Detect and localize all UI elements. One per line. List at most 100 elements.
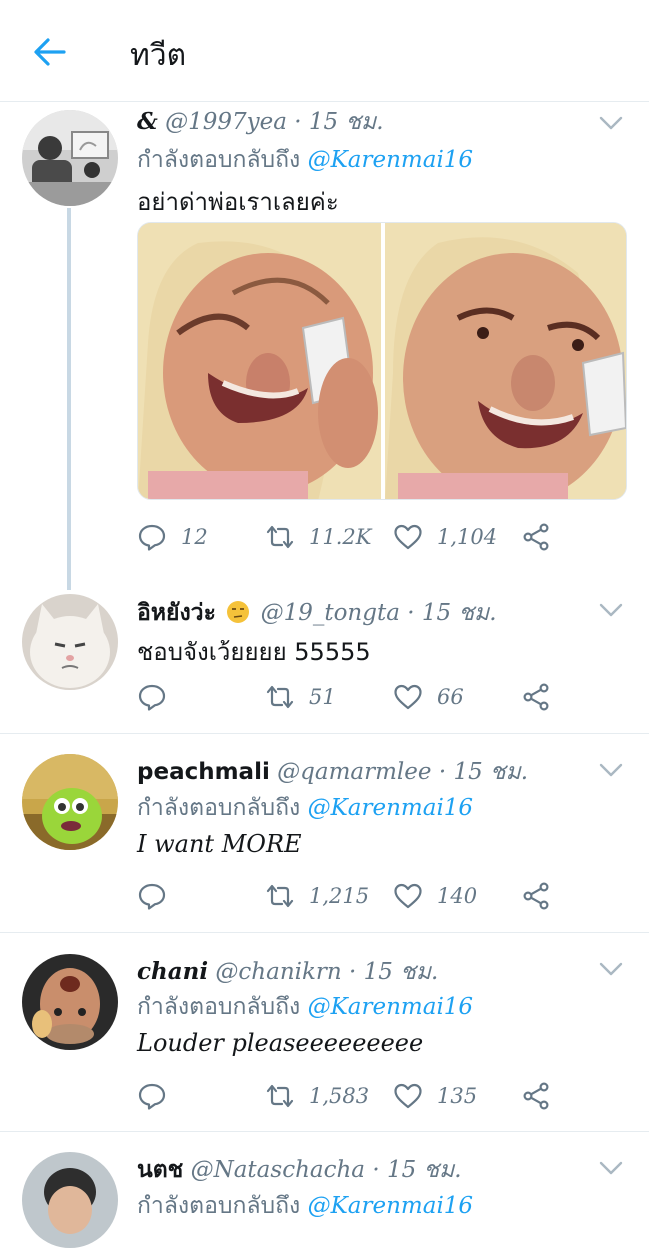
reply-prefix: กำลังตอบกลับถึง — [137, 1193, 301, 1219]
reply-button[interactable] — [137, 677, 167, 717]
reply-icon — [137, 522, 167, 552]
avatar[interactable] — [22, 754, 118, 850]
timestamp: · 15 ชม. — [349, 959, 439, 985]
like-count: 66 — [437, 685, 464, 709]
share-icon — [521, 1081, 551, 1111]
heart-icon — [393, 1081, 423, 1111]
share-button[interactable] — [521, 677, 551, 717]
tweet-header: chani @chanikrn · 15 ชม. — [137, 954, 438, 990]
reply-context: กำลังตอบกลับถึง @Karenmai16 — [137, 1188, 473, 1224]
retweet-count: 1,583 — [309, 1084, 370, 1108]
tweet-header: peachmali @qamarmlee · 15 ชม. — [137, 754, 528, 790]
display-name[interactable]: peachmali — [137, 759, 270, 785]
like-button[interactable]: 135 — [393, 1076, 477, 1116]
avatar[interactable] — [22, 954, 118, 1050]
thread-connector-line — [67, 208, 71, 590]
retweet-icon — [265, 682, 295, 712]
reply-button[interactable] — [137, 1076, 167, 1116]
chevron-down-icon[interactable] — [599, 961, 623, 977]
retweet-icon — [265, 881, 295, 911]
chevron-down-icon[interactable] — [599, 1160, 623, 1176]
chevron-down-icon[interactable] — [599, 602, 623, 618]
timestamp: · 15 ชม. — [438, 759, 529, 785]
divider — [0, 932, 649, 933]
heart-icon — [393, 682, 423, 712]
reply-icon — [137, 1081, 167, 1111]
divider — [0, 1131, 649, 1132]
chevron-down-icon[interactable] — [599, 115, 623, 131]
media-image — [138, 223, 626, 499]
avatar[interactable] — [22, 594, 118, 690]
divider — [0, 733, 649, 734]
back-button[interactable] — [30, 32, 70, 72]
like-button[interactable]: 1,104 — [393, 517, 497, 557]
retweet-button[interactable]: 11.2K — [265, 517, 371, 557]
display-name[interactable]: chani — [137, 958, 208, 985]
tweet-text: ชอบจังเว้ยยยย 55555 — [137, 638, 371, 666]
handle[interactable]: @Nataschacha — [191, 1157, 365, 1183]
page-title: ทวีต — [130, 38, 187, 73]
reply-button[interactable] — [137, 876, 167, 916]
unamused-face-emoji — [227, 601, 250, 623]
handle[interactable]: @chanikrn — [215, 959, 341, 985]
tweet-actions: 51 66 — [137, 677, 607, 717]
reply-prefix: กำลังตอบกลับถึง — [137, 795, 301, 821]
timestamp: · 15 ชม. — [294, 109, 384, 135]
heart-icon — [393, 522, 423, 552]
handle[interactable]: @19_tongta — [261, 600, 400, 626]
reply-context: กำลังตอบกลับถึง @Karenmai16 — [137, 142, 473, 178]
arrow-left-icon — [34, 38, 66, 66]
handle[interactable]: @qamarmlee — [277, 759, 431, 785]
chevron-down-icon[interactable] — [599, 762, 623, 778]
share-button[interactable] — [521, 876, 551, 916]
share-icon — [521, 682, 551, 712]
reply-count: 12 — [181, 525, 208, 549]
retweet-button[interactable]: 1,215 — [265, 876, 369, 916]
display-name[interactable]: นตช — [137, 1157, 183, 1183]
display-name[interactable]: & — [137, 108, 158, 135]
retweet-icon — [265, 522, 295, 552]
share-button[interactable] — [521, 517, 551, 557]
avatar[interactable] — [22, 110, 118, 206]
reply-mention[interactable]: @Karenmai16 — [308, 795, 473, 821]
retweet-count: 11.2K — [309, 525, 372, 549]
tweet-text: I want MORE — [137, 830, 302, 858]
handle[interactable]: @1997yea — [165, 109, 287, 135]
tweet-actions: 1,583 135 — [137, 1076, 607, 1116]
tweet-actions: 1,215 140 — [137, 876, 607, 916]
like-button[interactable]: 66 — [393, 677, 464, 717]
reply-prefix: กำลังตอบกลับถึง — [137, 994, 301, 1020]
reply-context: กำลังตอบกลับถึง @Karenmai16 — [137, 790, 473, 826]
reply-button[interactable]: 12 — [137, 517, 208, 557]
timestamp: · 15 ชม. — [407, 600, 497, 626]
heart-icon — [393, 881, 423, 911]
timestamp: · 15 ชม. — [372, 1157, 462, 1183]
display-name[interactable]: อิหยังว่ะ — [137, 600, 216, 626]
share-icon — [521, 881, 551, 911]
reply-icon — [137, 881, 167, 911]
share-icon — [521, 522, 551, 552]
tweet-text: Louder pleaseeeeeeeee — [137, 1029, 424, 1057]
reply-icon — [137, 682, 167, 712]
tweet-header: อิหยังว่ะ @19_tongta · 15 ชม. — [137, 595, 497, 631]
reply-mention[interactable]: @Karenmai16 — [308, 147, 473, 173]
like-button[interactable]: 140 — [393, 876, 477, 916]
tweet-text: อย่าด่าพ่อเราเลยค่ะ — [137, 188, 339, 216]
share-button[interactable] — [521, 1076, 551, 1116]
reply-prefix: กำลังตอบกลับถึง — [137, 147, 301, 173]
tweet-header: & @1997yea · 15 ชม. — [137, 104, 384, 140]
avatar[interactable] — [22, 1152, 118, 1248]
reply-mention[interactable]: @Karenmai16 — [308, 994, 473, 1020]
like-count: 1,104 — [437, 525, 498, 549]
like-count: 140 — [437, 884, 478, 908]
retweet-count: 1,215 — [309, 884, 370, 908]
reply-mention[interactable]: @Karenmai16 — [308, 1193, 473, 1219]
reply-context: กำลังตอบกลับถึง @Karenmai16 — [137, 989, 473, 1025]
retweet-button[interactable]: 51 — [265, 677, 336, 717]
retweet-count: 51 — [309, 685, 336, 709]
tweet-header: นตช @Nataschacha · 15 ชม. — [137, 1152, 462, 1188]
retweet-button[interactable]: 1,583 — [265, 1076, 369, 1116]
like-count: 135 — [437, 1084, 478, 1108]
tweet-media[interactable] — [137, 222, 627, 500]
top-bar: ทวีต — [0, 0, 649, 102]
